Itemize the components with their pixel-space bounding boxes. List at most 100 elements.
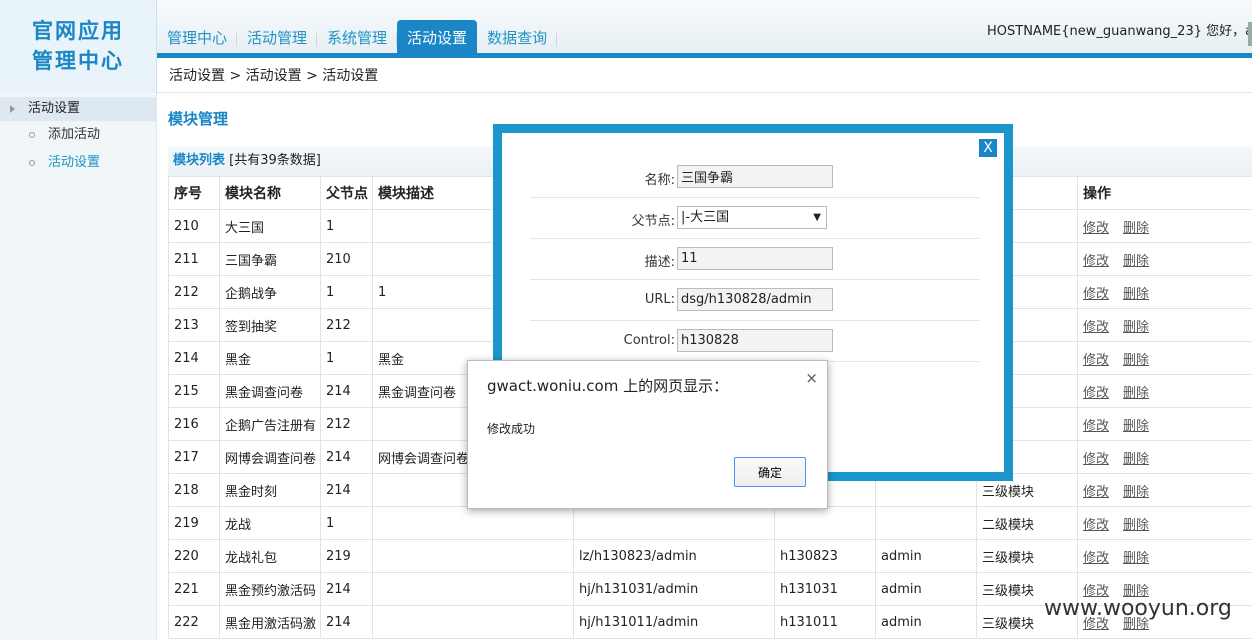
alert-dialog: gwact.woniu.com 上的网页显示： × 修改成功 确定 [467, 360, 828, 509]
row-actions: 修改 删除 [1077, 209, 1252, 243]
column-header: 操作 [1077, 176, 1252, 210]
form-row: Control: [530, 321, 980, 362]
sidebar-group-activity-settings[interactable]: 活动设置 [0, 97, 156, 121]
delete-link[interactable]: 删除 [1123, 320, 1149, 335]
delete-link[interactable]: 删除 [1123, 254, 1149, 269]
table-cell: 210 [168, 209, 220, 243]
table-cell: 212 [320, 407, 373, 441]
nav-tab-2[interactable]: 系统管理 [317, 24, 398, 54]
nav-tab-3[interactable]: 活动设置 [397, 20, 478, 54]
table-cell: 黑金时刻 [219, 473, 321, 507]
edit-link[interactable]: 修改 [1083, 419, 1109, 434]
delete-link[interactable]: 删除 [1123, 353, 1149, 368]
table-cell: 218 [168, 473, 220, 507]
table-cell: 二级模块 [976, 506, 1078, 540]
sidebar-group-label: 活动设置 [28, 101, 81, 116]
parent-node-select[interactable]: |-大三国 ▼ [677, 206, 827, 229]
row-actions: 修改 删除 [1077, 308, 1252, 342]
table-cell: 黑金预约激活码 [219, 572, 321, 606]
delete-link[interactable]: 删除 [1123, 551, 1149, 566]
table-cell [372, 572, 574, 606]
field-input-3[interactable] [677, 288, 833, 311]
ok-button[interactable]: 确定 [734, 457, 806, 487]
delete-link[interactable]: 删除 [1123, 386, 1149, 401]
edit-link[interactable]: 修改 [1083, 386, 1109, 401]
sidebar-item-label: 活动设置 [48, 155, 101, 170]
table-cell: hj/h131011/admin [573, 605, 775, 639]
edit-link[interactable]: 修改 [1083, 452, 1109, 467]
close-icon[interactable]: × [805, 369, 818, 387]
edit-link[interactable]: 修改 [1083, 353, 1109, 368]
table-cell [774, 506, 876, 540]
table-cell: 大三国 [219, 209, 321, 243]
sidebar-item-label: 添加活动 [48, 127, 101, 142]
table-cell: lz/h130823/admin [573, 539, 775, 573]
field-input-2[interactable] [677, 247, 833, 270]
bullet-icon [29, 132, 35, 138]
edit-link[interactable]: 修改 [1083, 254, 1109, 269]
column-header: 序号 [168, 176, 220, 210]
field-label: URL: [644, 292, 675, 307]
table-cell [372, 605, 574, 639]
table-cell: 黑金用激活码激 [219, 605, 321, 639]
form-row: URL: [530, 280, 980, 321]
field-input-0[interactable] [677, 165, 833, 188]
row-actions: 修改 删除 [1077, 440, 1252, 474]
table-cell [875, 506, 977, 540]
table-cell: 龙战 [219, 506, 321, 540]
table-cell: 210 [320, 242, 373, 276]
edit-link[interactable]: 修改 [1083, 485, 1109, 500]
delete-link[interactable]: 删除 [1123, 485, 1149, 500]
table-cell: 221 [168, 572, 220, 606]
table-row: 220 龙战礼包 219 lz/h130823/admin h130823 admin 三级… [168, 539, 1252, 573]
sidebar-item-activity-settings[interactable]: 活动设置 [0, 149, 156, 177]
row-actions: 修改 删除 [1077, 341, 1252, 375]
table-row: 219 龙战 1 二级模块 修改 删除 [168, 506, 1252, 540]
row-actions: 修改 删除 [1077, 506, 1252, 540]
table-cell: 213 [168, 308, 220, 342]
section-title: 模块管理 [168, 110, 229, 128]
table-cell: 219 [168, 506, 220, 540]
nav-tab-1[interactable]: 活动管理 [237, 24, 318, 54]
sidebar-item-add-activity[interactable]: 添加活动 [0, 121, 156, 149]
table-cell: 220 [168, 539, 220, 573]
close-dialog-button[interactable]: X [978, 138, 998, 158]
row-actions: 修改 删除 [1077, 275, 1252, 309]
table-cell: 黑金 [219, 341, 321, 375]
table-cell: 黑金调查问卷 [219, 374, 321, 408]
edit-link[interactable]: 修改 [1083, 551, 1109, 566]
table-cell: 龙战礼包 [219, 539, 321, 573]
alert-message: 修改成功 [487, 422, 536, 436]
table-cell: 214 [320, 605, 373, 639]
select-value: |-大三国 [681, 210, 730, 225]
row-actions: 修改 删除 [1077, 473, 1252, 507]
delete-link[interactable]: 删除 [1123, 518, 1149, 533]
delete-link[interactable]: 删除 [1123, 452, 1149, 467]
table-cell: 214 [320, 374, 373, 408]
user-greeting: HOSTNAME{new_guanwang_23} 您好，a [987, 24, 1252, 39]
logo-line-2: 管理中心 [32, 49, 124, 73]
table-cell: 1 [320, 341, 373, 375]
column-header: 父节点 [320, 176, 373, 210]
delete-link[interactable]: 删除 [1123, 287, 1149, 302]
delete-link[interactable]: 删除 [1123, 221, 1149, 236]
top-nav: 管理中心 活动管理 系统管理 活动设置 数据查询 HOSTNAME{new_guanwa… [157, 0, 1252, 58]
table-cell: admin [875, 605, 977, 639]
table-cell: 1 [320, 209, 373, 243]
scrollbar[interactable] [1248, 22, 1252, 46]
row-actions: 修改 删除 [1077, 407, 1252, 441]
table-cell: 211 [168, 242, 220, 276]
table-cell: 214 [320, 440, 373, 474]
nav-tab-4[interactable]: 数据查询 [477, 24, 558, 54]
table-cell: hj/h131031/admin [573, 572, 775, 606]
edit-link[interactable]: 修改 [1083, 320, 1109, 335]
table-cell [573, 506, 775, 540]
table-cell: 215 [168, 374, 220, 408]
nav-tab-0[interactable]: 管理中心 [157, 24, 238, 54]
field-input-4[interactable] [677, 329, 833, 352]
edit-link[interactable]: 修改 [1083, 221, 1109, 236]
edit-link[interactable]: 修改 [1083, 287, 1109, 302]
table-cell: 214 [320, 473, 373, 507]
edit-link[interactable]: 修改 [1083, 518, 1109, 533]
delete-link[interactable]: 删除 [1123, 419, 1149, 434]
